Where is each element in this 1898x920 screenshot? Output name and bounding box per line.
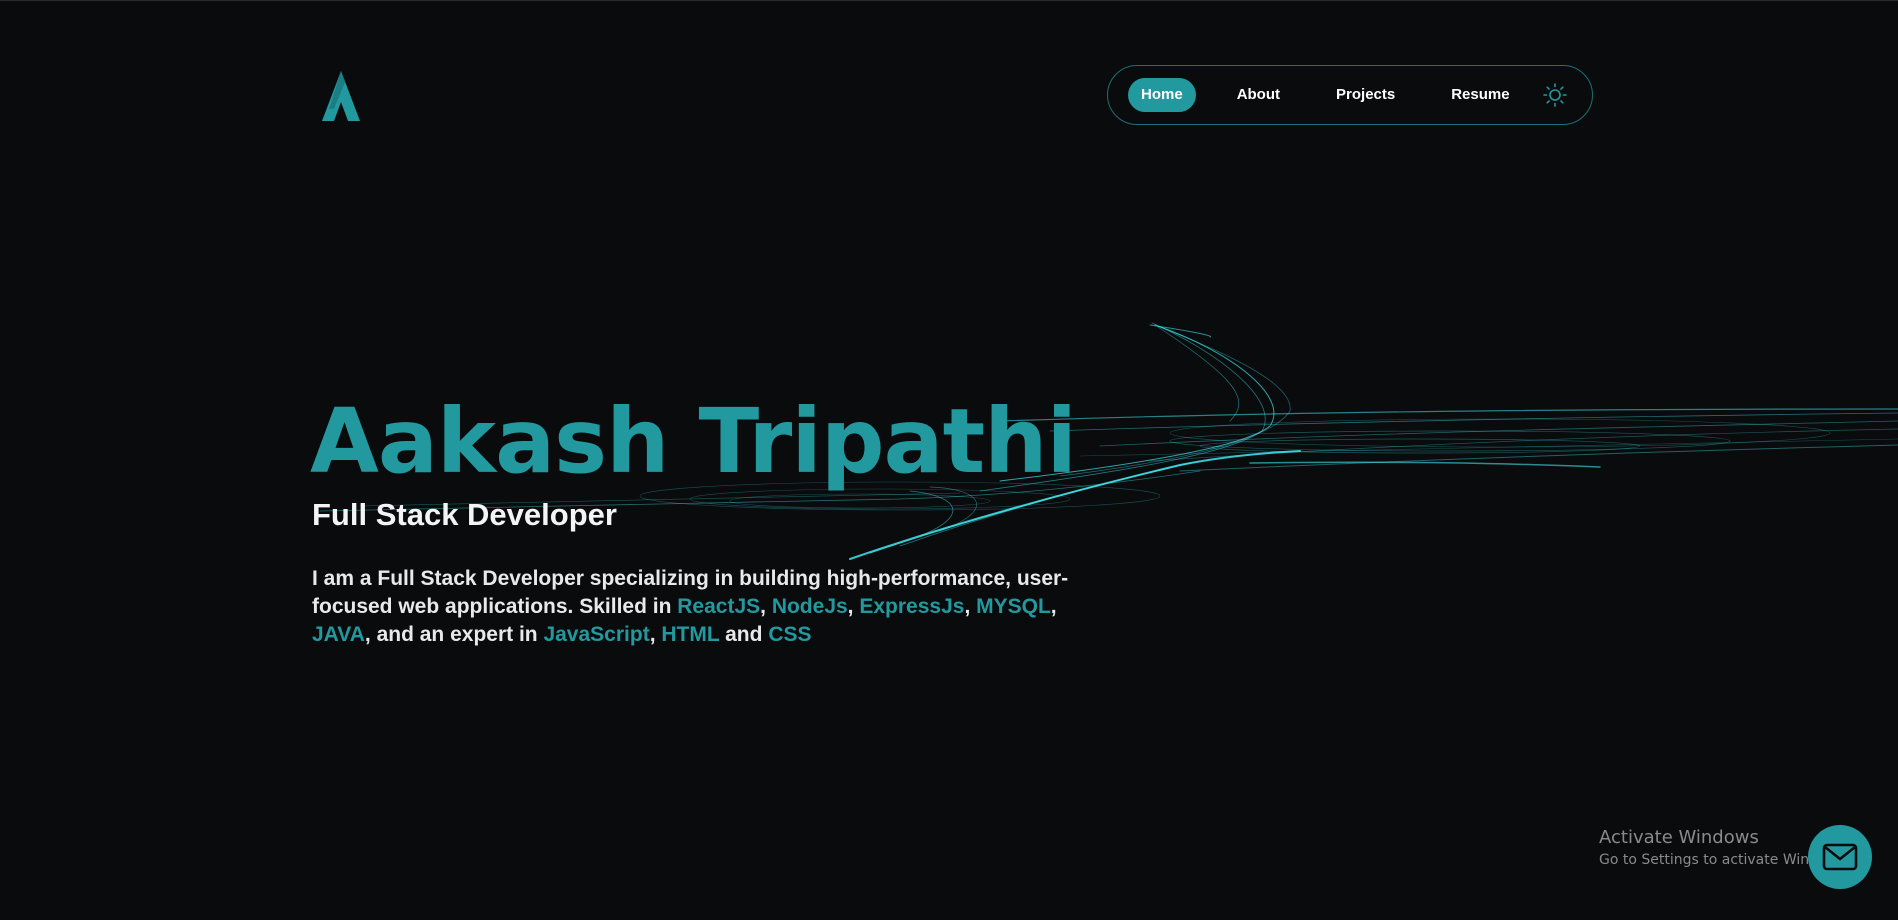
contact-mail-button[interactable]	[1808, 825, 1872, 889]
logo[interactable]	[314, 69, 368, 123]
desc-sep: ,	[964, 595, 977, 618]
desc-sep: ,	[760, 595, 772, 618]
skill-mysql: MYSQL	[976, 595, 1051, 618]
main-nav: Home About Projects Resume	[1107, 65, 1593, 125]
nav-projects[interactable]: Projects	[1323, 78, 1408, 112]
skill-html: HTML	[661, 623, 720, 646]
desc-sep: ,	[1050, 595, 1057, 618]
desc-sep: ,	[649, 623, 662, 646]
skill-expressjs: ExpressJs	[859, 595, 965, 618]
skill-css: CSS	[768, 623, 812, 646]
sun-icon[interactable]	[1542, 82, 1568, 108]
hero-name: Aakash Tripathi	[310, 389, 1077, 493]
nav-home[interactable]: Home	[1128, 78, 1196, 112]
nav-resume[interactable]: Resume	[1438, 78, 1522, 112]
desc-mid: , and an expert in	[364, 623, 544, 646]
page: Home About Projects Resume Aakash Tripat…	[0, 0, 1898, 920]
desc-sep: ,	[847, 595, 860, 618]
nav-about[interactable]: About	[1224, 78, 1293, 112]
skill-java: JAVA	[312, 623, 365, 646]
skill-reactjs: ReactJS	[677, 595, 761, 618]
desc-and: and	[719, 623, 769, 646]
hero-role: Full Stack Developer	[312, 497, 617, 532]
skill-nodejs: NodeJs	[771, 595, 848, 618]
logo-a-icon	[322, 71, 360, 121]
hero-description: I am a Full Stack Developer specializing…	[312, 565, 1072, 649]
mail-icon	[1822, 843, 1858, 871]
skill-javascript: JavaScript	[543, 623, 650, 646]
